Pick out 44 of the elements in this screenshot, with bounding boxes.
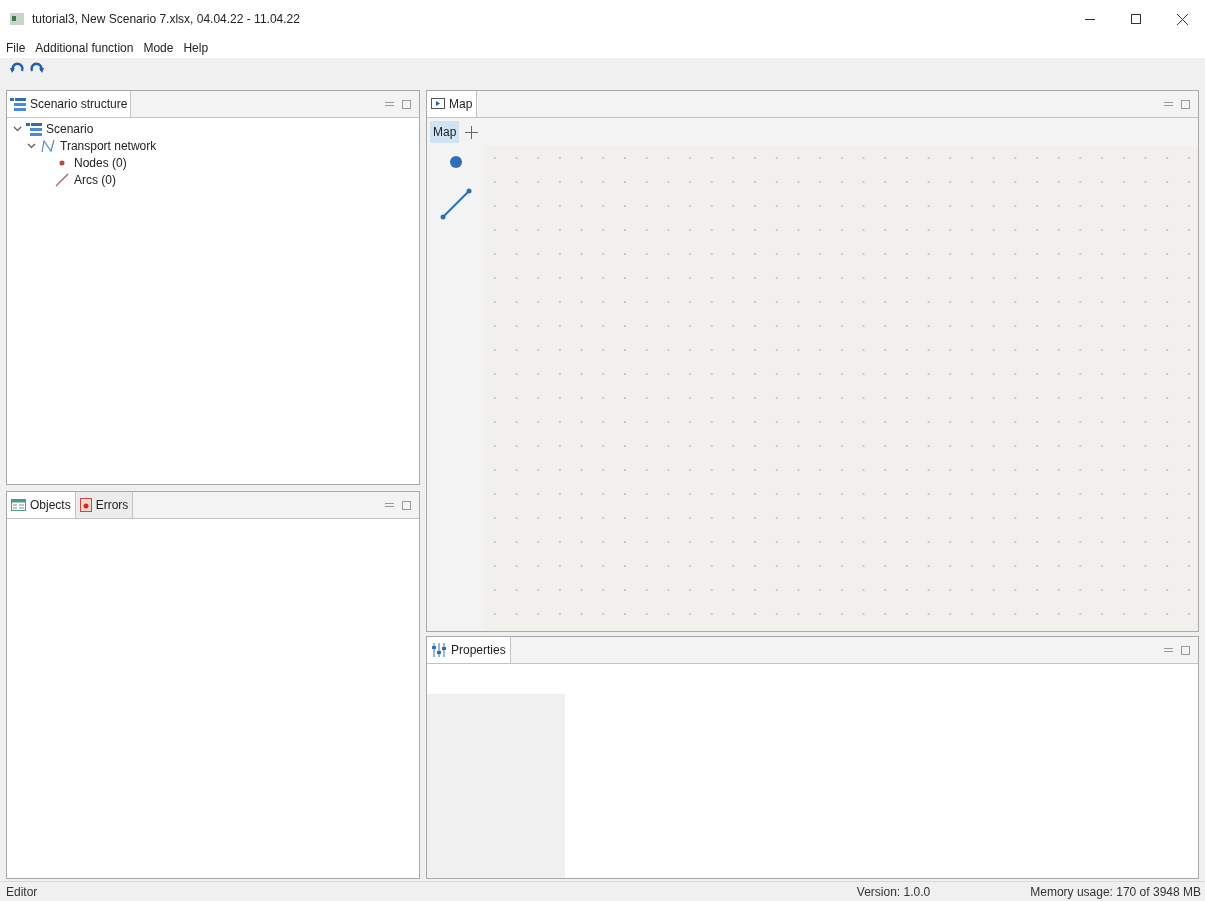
structure-icon	[26, 121, 42, 136]
map-toolbar-button[interactable]: Map	[430, 121, 460, 143]
menu-item[interactable]: Mode	[143, 39, 174, 57]
menu-item[interactable]: File	[6, 39, 26, 57]
map-view-icon	[431, 97, 445, 111]
status-version: Version: 1.0.0	[856, 883, 931, 901]
tree-item[interactable]: Transport network	[60, 136, 157, 155]
node-tool-icon[interactable]	[449, 156, 462, 168]
minimize-icon[interactable]	[1164, 102, 1173, 106]
panel-tab[interactable]: Map	[427, 91, 478, 117]
panel-tab[interactable]: Errors	[75, 492, 134, 518]
minimize-icon[interactable]	[385, 102, 394, 106]
maximize-icon[interactable]	[1181, 99, 1190, 109]
sliders-icon	[431, 643, 447, 657]
menu-item[interactable]: Help	[183, 39, 209, 57]
arc-icon	[55, 172, 69, 187]
close-icon	[1176, 13, 1188, 25]
panel-tab[interactable]: Objects	[7, 492, 76, 518]
status-memory: Memory usage: 170 of 3948 MB	[1030, 883, 1201, 901]
network-icon	[41, 138, 55, 153]
tree-item[interactable]: Arcs (0)	[74, 170, 116, 189]
menu-item[interactable]: Additional function	[35, 39, 134, 57]
table-icon	[11, 499, 26, 511]
panel-tab[interactable]: Properties	[427, 637, 511, 663]
undo-icon[interactable]	[10, 61, 25, 73]
panel-tab[interactable]: Scenario structure	[7, 91, 132, 117]
minimize-icon[interactable]	[1164, 648, 1173, 652]
window-title: tutorial3, New Scenario 7.xlsx, 04.04.22 - 11.04.22	[32, 11, 300, 28]
chevron-down-icon[interactable]	[13, 124, 22, 133]
arc-tool-icon[interactable]	[439, 188, 472, 220]
redo-icon[interactable]	[29, 61, 44, 73]
node-icon	[59, 159, 65, 166]
maximize-icon[interactable]	[402, 99, 411, 109]
maximize-icon[interactable]	[402, 500, 411, 510]
tree-item[interactable]: Scenario	[46, 119, 94, 138]
status-mode: Editor	[5, 883, 38, 901]
error-document-icon	[79, 498, 92, 512]
minimize-icon[interactable]	[385, 503, 394, 507]
tree-item[interactable]: Nodes (0)	[74, 153, 127, 172]
chevron-down-icon[interactable]	[27, 141, 36, 150]
maximize-icon[interactable]	[1181, 645, 1190, 655]
move-icon[interactable]	[465, 125, 479, 139]
app-icon	[10, 13, 24, 25]
structure-icon	[10, 97, 26, 111]
